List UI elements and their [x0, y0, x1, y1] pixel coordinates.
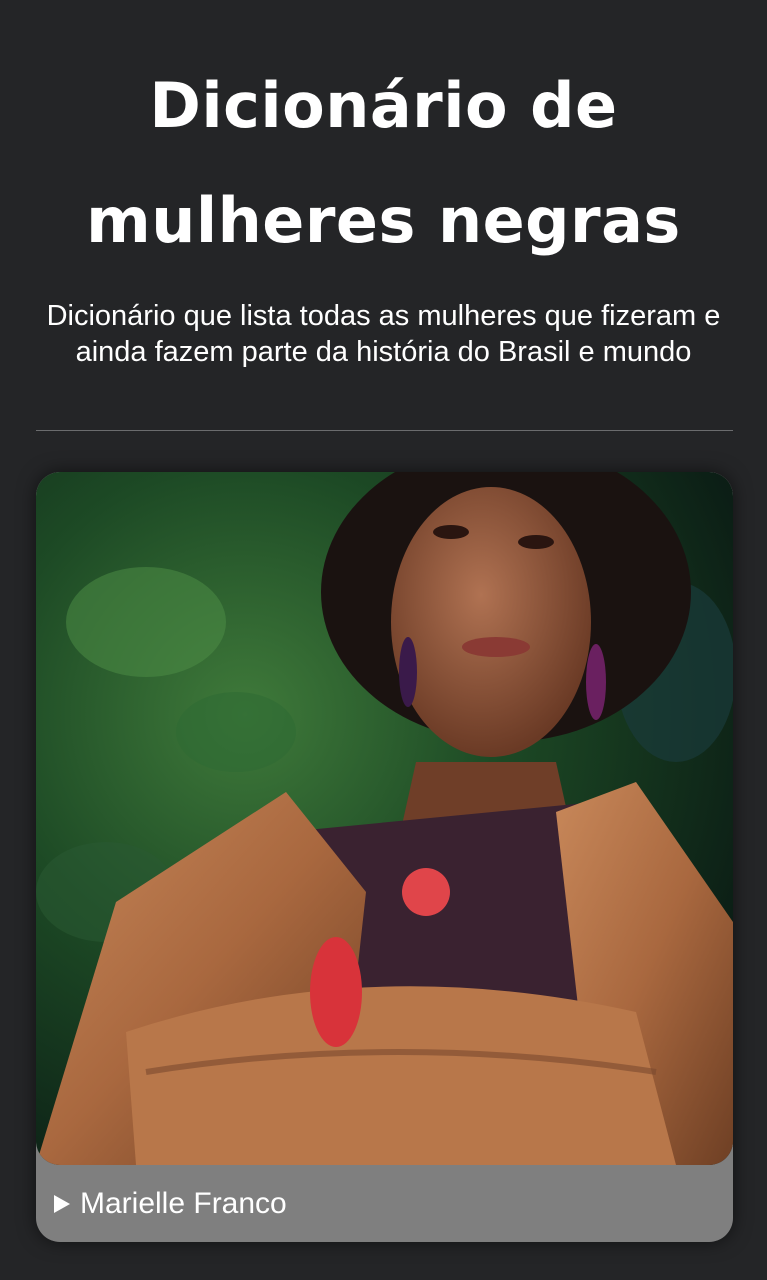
- page-title-line-1: Dicionário de: [149, 69, 618, 142]
- portrait-photo-image: [36, 472, 733, 1165]
- card-name: Marielle Franco: [80, 1186, 287, 1220]
- page-subtitle: Dicionário que lista todas as mulheres q…: [46, 300, 721, 368]
- card-name-toggle[interactable]: Marielle Franco: [36, 1165, 733, 1242]
- portrait-photo[interactable]: [36, 472, 733, 1165]
- page-title: Dicionário de mulheres negras: [20, 48, 747, 278]
- page-title-line-2: mulheres negras: [86, 184, 681, 257]
- play-triangle-icon: [54, 1194, 70, 1213]
- woman-card[interactable]: Marielle Franco: [36, 472, 733, 1242]
- header-divider: [36, 430, 733, 431]
